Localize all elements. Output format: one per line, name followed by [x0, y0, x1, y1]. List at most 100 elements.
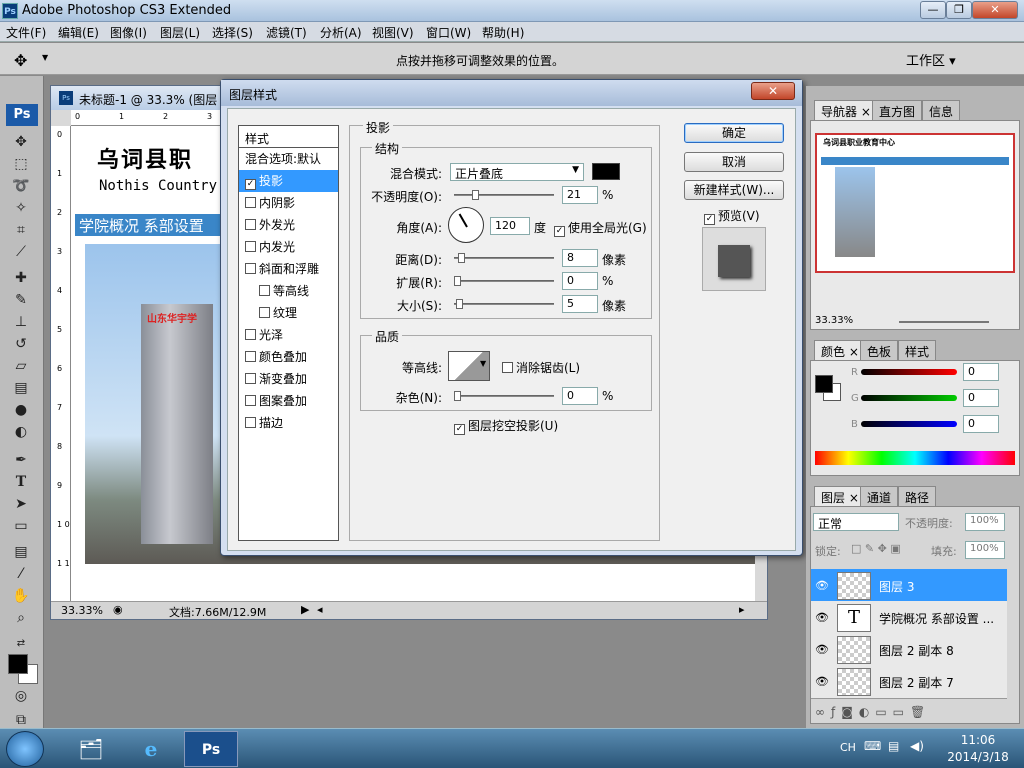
blend-mode-select[interactable]: 正片叠底 ▼ [450, 163, 584, 181]
angle-input[interactable]: 120 [490, 217, 530, 235]
photoshop-taskbar-icon[interactable]: Ps [184, 731, 238, 767]
style-item[interactable]: 纹理 [239, 302, 338, 324]
opacity-slider[interactable] [454, 190, 554, 200]
blue-slider[interactable] [861, 421, 957, 427]
color-foreground-swatch[interactable] [815, 375, 833, 393]
layer-row[interactable]: 👁 图层 3 [811, 569, 1007, 603]
style-item[interactable]: 外发光 [239, 214, 338, 236]
minimize-button[interactable]: — [920, 1, 946, 19]
style-item[interactable]: 内阴影 [239, 192, 338, 214]
tab-navigator[interactable]: 导航器 × [814, 100, 878, 120]
checkbox-box[interactable] [259, 307, 270, 318]
size-input[interactable]: 5 [562, 295, 598, 313]
marquee-tool-icon[interactable]: ⬚ [10, 154, 32, 174]
color-spectrum[interactable] [815, 451, 1015, 465]
style-item[interactable]: 光泽 [239, 324, 338, 346]
visibility-eye-icon[interactable]: 👁 [815, 579, 829, 592]
opacity-input[interactable]: 21 [562, 186, 598, 204]
style-item[interactable]: 渐变叠加 [239, 368, 338, 390]
green-input[interactable]: 0 [963, 389, 999, 407]
angle-dial[interactable] [448, 207, 484, 243]
lasso-tool-icon[interactable]: ➰ [10, 176, 32, 196]
ruler-left[interactable]: 0 1 2 3 4 5 6 7 8 9 1 0 1 1 [51, 126, 71, 602]
dialog-titlebar[interactable]: 图层样式 ✕ [221, 80, 802, 106]
menu-filter[interactable]: 滤镜(T) [266, 24, 307, 41]
move-tool-icon[interactable]: ✥ [10, 132, 32, 152]
clock-time[interactable]: 11:06 [948, 733, 1008, 747]
fill-input[interactable]: 100% [965, 541, 1005, 559]
checkbox-box[interactable] [245, 373, 256, 384]
screen-mode-icon[interactable]: ⧉ [10, 710, 32, 730]
green-slider[interactable] [861, 395, 957, 401]
spread-slider[interactable] [454, 276, 554, 286]
zoom-field[interactable]: 33.33% [61, 604, 103, 617]
blur-tool-icon[interactable]: ● [10, 400, 32, 420]
close-button[interactable]: ✕ [972, 1, 1018, 19]
menu-image[interactable]: 图像(I) [110, 24, 147, 41]
network-icon[interactable]: ▤ [888, 739, 899, 753]
check-icon[interactable]: ✓ [245, 179, 256, 190]
history-brush-tool-icon[interactable]: ↺ [10, 334, 32, 354]
tab-histogram[interactable]: 直方图 [872, 100, 923, 120]
checkbox-box[interactable] [245, 219, 256, 230]
gradient-tool-icon[interactable]: ▤ [10, 378, 32, 398]
dialog-close-button[interactable]: ✕ [751, 82, 795, 100]
tab-channels[interactable]: 通道 [860, 486, 899, 506]
menu-analysis[interactable]: 分析(A) [320, 24, 362, 41]
menu-help[interactable]: 帮助(H) [482, 24, 524, 41]
navigator-thumbnail[interactable]: 乌词县职业教育中心 [815, 133, 1015, 273]
checkbox-box[interactable] [245, 395, 256, 406]
layer-opacity-input[interactable]: 100% [965, 513, 1005, 531]
checkbox-box[interactable] [259, 285, 270, 296]
scroll-left-icon[interactable]: ◂ [317, 603, 323, 616]
explorer-icon[interactable]: 🗂 [64, 731, 118, 767]
styles-header[interactable]: 样式 [239, 126, 338, 148]
checkbox-box[interactable] [245, 263, 256, 274]
shadow-color-swatch[interactable] [592, 163, 620, 180]
tab-info[interactable]: 信息 [922, 100, 961, 120]
style-item[interactable]: 内发光 [239, 236, 338, 258]
new-style-button[interactable]: 新建样式(W)... [684, 180, 784, 200]
style-item[interactable]: 等高线 [239, 280, 338, 302]
chevron-down-icon[interactable]: ▼ [480, 359, 486, 368]
tab-color[interactable]: 颜色 × [814, 340, 866, 360]
layer-row[interactable]: 👁 图层 2 副本 8 [811, 633, 1007, 667]
layer-blend-select[interactable]: 正常 [813, 513, 899, 531]
menu-select[interactable]: 选择(S) [212, 24, 253, 41]
noise-input[interactable]: 0 [562, 387, 598, 405]
healing-brush-tool-icon[interactable]: ✚ [10, 268, 32, 288]
layer-row[interactable]: 👁 T 学院概况 系部设置 ... [811, 601, 1007, 635]
checkbox-box[interactable] [245, 241, 256, 252]
noise-slider[interactable] [454, 391, 554, 401]
zoom-tool-icon[interactable]: ⌕ [10, 608, 32, 628]
foreground-color-swatch[interactable] [8, 654, 28, 674]
hand-tool-icon[interactable]: ✋ [10, 586, 32, 606]
internet-explorer-icon[interactable]: e [124, 731, 178, 767]
knockout-checkbox[interactable]: ✓ 图层挖空投影(U) [454, 417, 558, 435]
ok-button[interactable]: 确定 [684, 123, 784, 143]
magic-wand-tool-icon[interactable]: ✧ [10, 198, 32, 218]
notes-tool-icon[interactable]: ▤ [10, 542, 32, 562]
distance-input[interactable]: 8 [562, 249, 598, 267]
checkbox-box[interactable] [245, 417, 256, 428]
visibility-eye-icon[interactable]: 👁 [815, 675, 829, 688]
brush-tool-icon[interactable]: ✎ [10, 290, 32, 310]
checkbox-box[interactable] [245, 197, 256, 208]
status-menu-arrow-icon[interactable]: ▶ [301, 603, 309, 616]
tab-layers[interactable]: 图层 × [814, 486, 866, 506]
menu-window[interactable]: 窗口(W) [426, 24, 471, 41]
volume-icon[interactable]: ◀) [910, 739, 924, 753]
eraser-tool-icon[interactable]: ▱ [10, 356, 32, 376]
quick-mask-icon[interactable]: ◎ [10, 686, 32, 706]
checkbox-box[interactable] [245, 329, 256, 340]
spread-input[interactable]: 0 [562, 272, 598, 290]
crop-tool-icon[interactable]: ⌗ [10, 220, 32, 240]
type-tool-icon[interactable]: T [10, 472, 32, 492]
slice-tool-icon[interactable]: ⟋ [10, 242, 32, 262]
scroll-right-icon[interactable]: ▸ [739, 603, 745, 616]
style-item[interactable]: 斜面和浮雕 [239, 258, 338, 280]
navigator-zoom-slider[interactable] [899, 321, 989, 323]
style-item[interactable]: 混合选项:默认 [239, 148, 338, 170]
lock-icons[interactable]: □ ✎ ✥ ▣ [851, 542, 901, 555]
size-slider[interactable] [454, 299, 554, 309]
